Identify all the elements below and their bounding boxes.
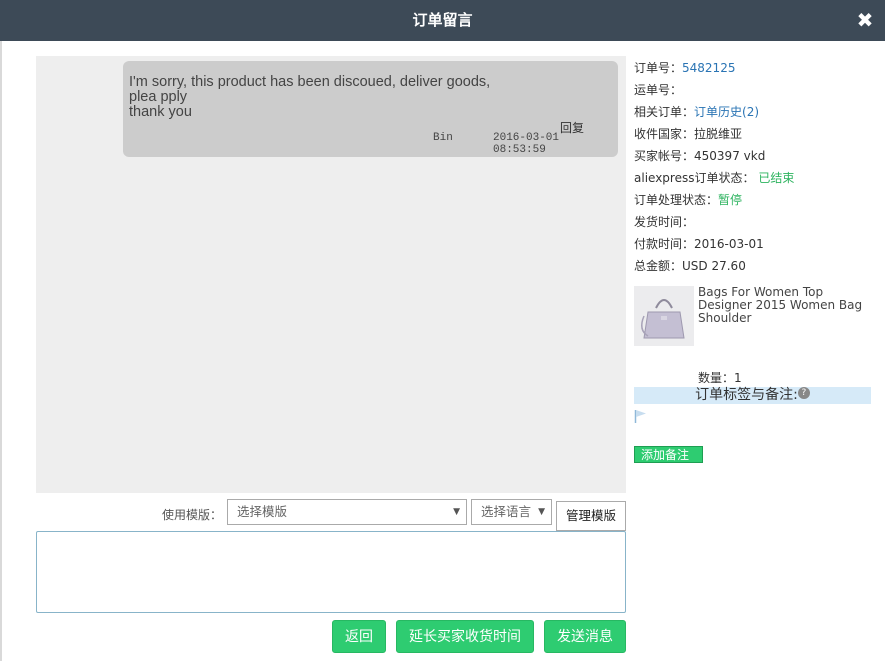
country-row: 收件国家：拉脱维亚 — [634, 125, 874, 147]
country-label: 收件国家： — [634, 127, 695, 141]
message-line: I'm sorry, this product has been discoue… — [129, 74, 491, 90]
total-label: 总金额： — [634, 259, 683, 273]
message-text: I'm sorry, this product has been discoue… — [129, 75, 609, 120]
ae-status-row: aliexpress订单状态： 已结束 — [634, 169, 874, 191]
template-label: 使用模版： — [161, 508, 222, 522]
order-history-link[interactable]: 订单历史(2) — [694, 105, 759, 119]
message-sender: Bin — [433, 132, 453, 144]
dropdown-arrow-icon: ▼ — [453, 507, 460, 517]
order-number-row: 订单号：5482125 — [634, 59, 874, 81]
help-icon[interactable]: ? — [797, 387, 810, 399]
process-status-row: 订单处理状态：暂停 — [634, 191, 874, 213]
pay-time-label: 付款时间： — [634, 237, 695, 251]
process-status-value: 暂停 — [718, 193, 743, 207]
tracking-row: 运单号： — [634, 81, 874, 103]
message-bubble: I'm sorry, this product has been discoue… — [123, 61, 618, 157]
country-value: 拉脱维亚 — [694, 127, 743, 141]
language-select-value: 选择语言 — [481, 504, 532, 519]
extend-receipt-time-button[interactable]: 延长买家收货时间 — [396, 620, 534, 653]
product-name[interactable]: Bags For Women Top Designer 2015 Women B… — [698, 286, 868, 325]
template-select-value: 选择模版 — [237, 504, 288, 519]
related-orders-row: 相关订单：订单历史(2) — [634, 103, 874, 125]
message-time: 2016-03-01 08:53:59 — [493, 132, 560, 156]
dialog-titlebar: 订单留言 ✖ — [0, 0, 885, 41]
order-number-label: 订单号： — [634, 61, 683, 75]
language-select[interactable]: 选择语言 ▼ — [471, 499, 552, 525]
ship-time-label: 发货时间： — [634, 215, 695, 229]
product-item: Bags For Women Top Designer 2015 Women B… — [634, 286, 874, 346]
order-tags-title: 订单标签与备注: — [695, 387, 798, 403]
related-orders-label: 相关订单： — [634, 105, 695, 119]
ae-status-label: aliexpress订单状态： — [634, 171, 755, 185]
dropdown-arrow-icon: ▼ — [538, 507, 545, 517]
product-thumbnail[interactable] — [634, 286, 694, 346]
manage-templates-button[interactable]: 管理模版 — [556, 501, 626, 531]
back-button[interactable]: 返回 — [332, 620, 386, 653]
message-history[interactable]: I'm sorry, this product has been discoue… — [36, 56, 626, 493]
order-tags-heading: 订单标签与备注:? — [634, 387, 871, 404]
tracking-label: 运单号： — [634, 83, 683, 97]
buyer-label: 买家帐号： — [634, 149, 695, 163]
quantity: 数量：1 — [698, 369, 742, 386]
ship-time-row: 发货时间： — [634, 213, 874, 235]
buyer-row: 买家帐号：450397 vkd — [634, 147, 874, 169]
left-border — [0, 41, 2, 661]
ae-status-value: 已结束 — [758, 171, 795, 185]
flag-icon[interactable] — [634, 408, 648, 423]
order-info-panel: 订单号：5482125 运单号： 相关订单：订单历史(2) 收件国家：拉脱维亚 … — [634, 59, 874, 279]
order-number-link[interactable]: 5482125 — [682, 61, 735, 75]
total-row: 总金额：USD 27.60 — [634, 257, 874, 279]
close-icon[interactable]: ✖ — [855, 8, 875, 32]
buyer-value: 450397 vkd — [694, 149, 766, 163]
pay-time-value: 2016-03-01 — [694, 237, 764, 251]
message-line: plea pply — [129, 89, 188, 105]
add-note-button[interactable]: 添加备注 — [634, 446, 703, 463]
pay-time-row: 付款时间：2016-03-01 — [634, 235, 874, 257]
message-input[interactable] — [36, 531, 626, 613]
total-value: USD 27.60 — [682, 259, 746, 273]
quantity-value: 1 — [734, 371, 742, 385]
send-message-button[interactable]: 发送消息 — [544, 620, 626, 653]
dialog-title: 订单留言 — [412, 11, 473, 29]
process-status-label: 订单处理状态： — [634, 193, 719, 207]
quantity-label: 数量： — [698, 371, 735, 385]
template-select[interactable]: 选择模版 ▼ — [227, 499, 467, 525]
message-line: thank you — [129, 104, 192, 120]
